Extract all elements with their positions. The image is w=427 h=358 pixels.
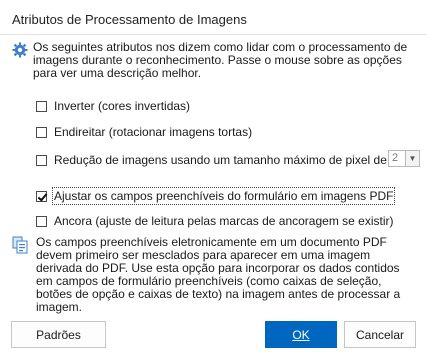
deskew-checkbox[interactable] xyxy=(36,126,47,138)
intro-text: Os seguintes atributos nos dizem como li… xyxy=(33,40,408,80)
anchor-checkbox[interactable] xyxy=(36,215,47,227)
option-anchor[interactable]: Ancora (ajuste de leitura pelas marcas d… xyxy=(36,214,394,228)
flatten-pdf-fields-checkbox[interactable] xyxy=(36,190,47,202)
flatten-pdf-fields-label: Ajustar os campos preenchíveis do formul… xyxy=(51,187,396,205)
option-description: Os campos preenchíveis eletronicamente e… xyxy=(36,235,401,314)
invert-checkbox[interactable] xyxy=(36,100,47,112)
deskew-label: Endireitar (rotacionar imagens tortas) xyxy=(54,125,253,139)
pixel-size-spinner[interactable]: 2 ▼ xyxy=(388,150,420,167)
dialog-title: Atributos de Processamento de Imagens xyxy=(12,12,247,27)
info-panel-icon xyxy=(12,236,28,254)
gear-icon xyxy=(12,42,28,58)
option-image-reduction[interactable]: Redução de imagens usando um tamanho máx… xyxy=(36,153,387,167)
option-flatten-pdf-fields[interactable]: Ajustar os campos preenchíveis do formul… xyxy=(36,187,396,205)
cancel-button[interactable]: Cancelar xyxy=(344,321,416,348)
ok-button[interactable]: OK xyxy=(265,321,337,348)
option-deskew[interactable]: Endireitar (rotacionar imagens tortas) xyxy=(36,125,252,139)
image-reduction-label: Redução de imagens usando um tamanho máx… xyxy=(54,153,387,167)
title-divider xyxy=(0,34,427,35)
image-processing-dialog: Atributos de Processamento de Imagens Os… xyxy=(0,0,427,358)
chevron-down-icon[interactable]: ▼ xyxy=(405,151,419,166)
image-reduction-checkbox[interactable] xyxy=(36,154,47,166)
invert-label: Inverter (cores invertidas) xyxy=(54,99,191,113)
anchor-label: Ancora (ajuste de leitura pelas marcas d… xyxy=(54,214,394,228)
option-invert[interactable]: Inverter (cores invertidas) xyxy=(36,99,190,113)
defaults-button[interactable]: Padrões xyxy=(11,321,106,348)
pixel-size-value[interactable]: 2 xyxy=(389,151,405,166)
